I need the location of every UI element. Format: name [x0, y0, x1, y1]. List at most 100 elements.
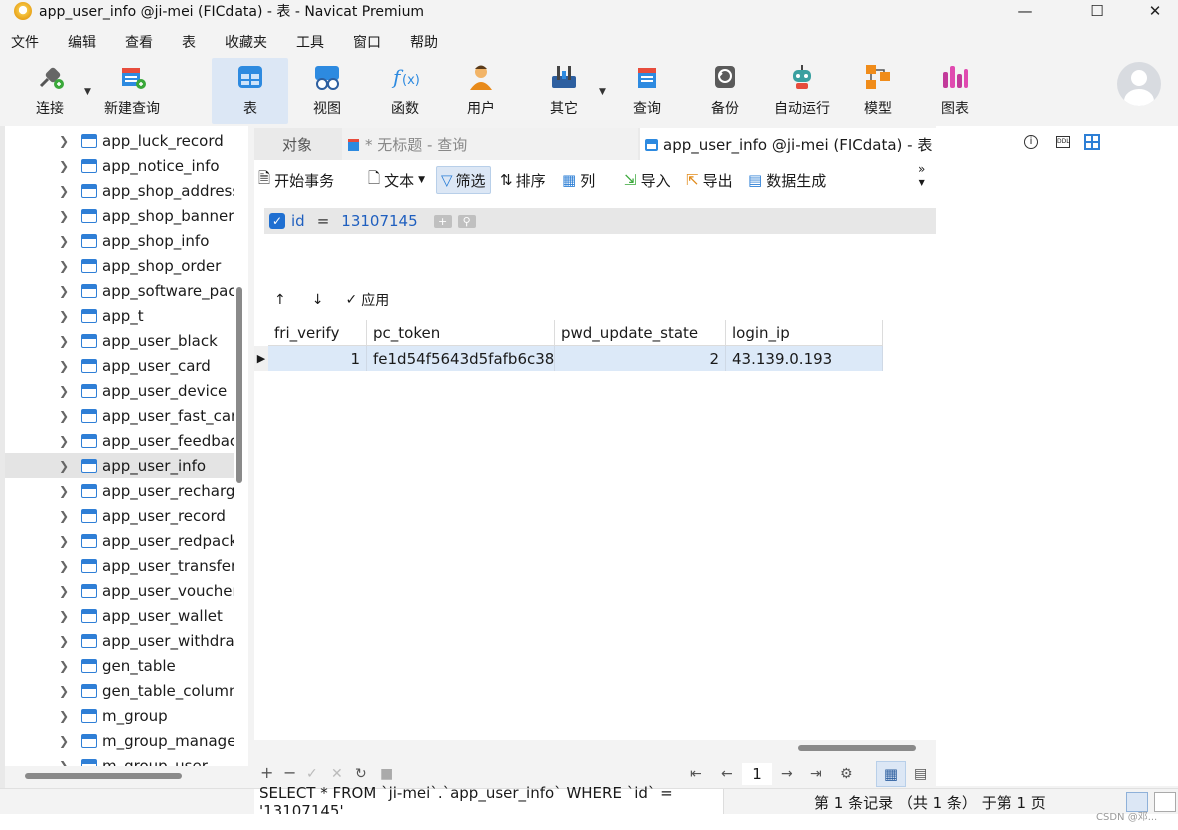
- menu-help[interactable]: 帮助: [410, 32, 438, 52]
- menu-table[interactable]: 表: [182, 32, 196, 52]
- tree-item-selected[interactable]: ❯ app_user_info: [5, 453, 234, 478]
- filter-value[interactable]: 13107145: [341, 212, 417, 230]
- column-header[interactable]: pc_token: [367, 320, 555, 346]
- filter-field[interactable]: id: [291, 212, 305, 230]
- grid-layout-icon[interactable]: [1084, 134, 1100, 150]
- delete-record-button[interactable]: −: [283, 763, 296, 782]
- minimize-button[interactable]: —: [1002, 0, 1048, 22]
- text-button[interactable]: 🗋 文本 ▼: [368, 166, 425, 194]
- avatar[interactable]: [1117, 62, 1161, 106]
- chevron-right-icon[interactable]: ❯: [59, 684, 69, 698]
- connect-dropdown-icon[interactable]: ▼: [84, 87, 91, 97]
- table-cell[interactable]: 2: [555, 346, 726, 371]
- chevron-right-icon[interactable]: ❯: [59, 634, 69, 648]
- refresh-button[interactable]: ↻: [355, 766, 367, 782]
- chevron-right-icon[interactable]: ❯: [59, 609, 69, 623]
- tree-item[interactable]: ❯ m_group: [5, 703, 234, 728]
- tab-untitled-query[interactable]: * 无标题 - 查询: [342, 128, 638, 160]
- columns-button[interactable]: ▦ 列: [562, 166, 595, 194]
- column-header[interactable]: pwd_update_state: [555, 320, 726, 346]
- connect-button[interactable]: 连接: [22, 58, 78, 124]
- menu-window[interactable]: 窗口: [353, 32, 381, 52]
- chevron-right-icon[interactable]: ❯: [59, 734, 69, 748]
- chevron-right-icon[interactable]: ❯: [59, 284, 69, 298]
- previous-page-button[interactable]: ←: [721, 766, 733, 782]
- menu-tools[interactable]: 工具: [296, 32, 324, 52]
- tree-item[interactable]: ❯ app_user_transfer: [5, 553, 234, 578]
- view-button[interactable]: 视图: [296, 58, 358, 124]
- right-panel-toggle-icon[interactable]: [1154, 792, 1176, 812]
- chevron-right-icon[interactable]: ❯: [59, 134, 69, 148]
- next-page-button[interactable]: →: [781, 766, 793, 782]
- tree-item[interactable]: ❯ app_user_feedback: [5, 428, 234, 453]
- begin-transaction-button[interactable]: 🗎 开始事务: [258, 166, 334, 194]
- stop-button[interactable]: ■: [380, 766, 393, 782]
- tree-item[interactable]: ❯ gen_table: [5, 653, 234, 678]
- add-group-icon[interactable]: ⚲: [457, 214, 476, 228]
- add-record-button[interactable]: +: [260, 763, 273, 782]
- chevron-right-icon[interactable]: ❯: [59, 259, 69, 273]
- tree-item[interactable]: ❯app_software_package: [5, 278, 234, 303]
- maximize-button[interactable]: ☐: [1074, 0, 1120, 22]
- toolbar-overflow-button[interactable]: » ▼: [918, 162, 925, 190]
- tree-item[interactable]: ❯ app_shop_order: [5, 253, 234, 278]
- tree-item[interactable]: ❯ app_user_record: [5, 503, 234, 528]
- form-view-button[interactable]: ▤: [914, 766, 927, 782]
- chevron-right-icon[interactable]: ❯: [59, 434, 69, 448]
- close-button[interactable]: ✕: [1132, 0, 1178, 22]
- chevron-right-icon[interactable]: ❯: [59, 234, 69, 248]
- tree-item[interactable]: ❯ m_group_user: [5, 753, 234, 766]
- chevron-right-icon[interactable]: ❯: [59, 384, 69, 398]
- filter-operator[interactable]: =: [317, 212, 330, 230]
- info-icon[interactable]: i: [1024, 135, 1038, 149]
- menu-file[interactable]: 文件: [11, 32, 39, 52]
- chevron-right-icon[interactable]: ❯: [59, 534, 69, 548]
- automation-button[interactable]: 自动运行: [766, 58, 838, 124]
- import-button[interactable]: ⇲ 导入: [624, 166, 671, 194]
- apply-button[interactable]: 应用: [361, 290, 389, 310]
- chevron-right-icon[interactable]: ❯: [59, 484, 69, 498]
- chevron-right-icon[interactable]: ❯: [59, 309, 69, 323]
- chevron-right-icon[interactable]: ❯: [59, 159, 69, 173]
- chevron-right-icon[interactable]: ❯: [59, 359, 69, 373]
- backup-button[interactable]: 备份: [696, 58, 754, 124]
- tree-item[interactable]: ❯ app_user_recharge: [5, 478, 234, 503]
- menu-edit[interactable]: 编辑: [68, 32, 96, 52]
- chevron-right-icon[interactable]: ❯: [59, 409, 69, 423]
- tree-item[interactable]: ❯ gen_table_column: [5, 678, 234, 703]
- filter-checkbox[interactable]: ✓: [269, 213, 285, 229]
- tree-item[interactable]: ❯ app_user_device: [5, 378, 234, 403]
- tree-item[interactable]: ❯ app_notice_info: [5, 153, 234, 178]
- tree-item[interactable]: ❯ app_user_withdraw: [5, 628, 234, 653]
- tree-item[interactable]: ❯ app_user_voucher: [5, 578, 234, 603]
- menu-favorites[interactable]: 收藏夹: [225, 32, 267, 52]
- tree-item[interactable]: ❯ app_shop_banner: [5, 203, 234, 228]
- column-header[interactable]: fri_verify: [268, 320, 367, 346]
- discard-changes-button[interactable]: ✕: [331, 766, 343, 782]
- sort-button[interactable]: ⇅ 排序: [500, 166, 546, 194]
- data-generation-button[interactable]: ▤ 数据生成: [748, 166, 826, 194]
- add-condition-icon[interactable]: +: [433, 214, 452, 228]
- tree-item[interactable]: ❯ app_shop_address: [5, 178, 234, 203]
- grid-horizontal-scrollbar[interactable]: [798, 745, 916, 751]
- tree-item[interactable]: ❯ app_t: [5, 303, 234, 328]
- tab-table-data[interactable]: app_user_info @ji-mei (FICdata) - 表: [640, 128, 936, 160]
- chevron-right-icon[interactable]: ❯: [59, 759, 69, 767]
- first-page-button[interactable]: ⇤: [690, 766, 702, 782]
- model-button[interactable]: 模型: [852, 58, 904, 124]
- table-cell[interactable]: 1: [268, 346, 367, 371]
- function-button[interactable]: f (x) 函数: [374, 58, 436, 124]
- arrow-down-icon[interactable]: ↓: [312, 292, 324, 308]
- table-button[interactable]: 表: [212, 58, 288, 124]
- chevron-right-icon[interactable]: ❯: [59, 584, 69, 598]
- tree-item[interactable]: ❯ m_group_manage: [5, 728, 234, 753]
- user-button[interactable]: 用户: [452, 58, 510, 124]
- ddl-icon[interactable]: DDL: [1056, 136, 1070, 148]
- chevron-right-icon[interactable]: ❯: [59, 334, 69, 348]
- others-dropdown-icon[interactable]: ▼: [599, 87, 606, 97]
- arrow-up-icon[interactable]: ↑: [274, 292, 286, 308]
- new-query-button[interactable]: 新建查询: [96, 58, 168, 124]
- page-number-input[interactable]: 1: [742, 763, 772, 785]
- others-button[interactable]: 其它: [534, 58, 594, 124]
- chevron-right-icon[interactable]: ❯: [59, 509, 69, 523]
